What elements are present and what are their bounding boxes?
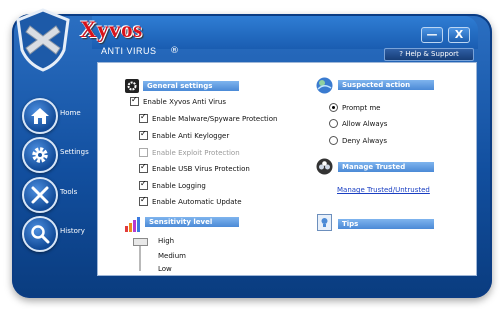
logo-shield-icon (16, 8, 70, 72)
radio-button[interactable] (329, 135, 338, 145)
enable-antivirus-checkbox[interactable]: Enable Xyvos Anti Virus (130, 95, 226, 107)
app-title: Xyvos (80, 17, 143, 42)
radio-button[interactable] (329, 102, 338, 112)
logging-checkbox[interactable]: Enable Logging (139, 179, 206, 191)
sidebar-item-history[interactable]: History (22, 216, 100, 252)
checkbox[interactable] (139, 195, 148, 206)
anti-keylogger-checkbox[interactable]: Enable Anti Keylogger (139, 129, 229, 141)
checkbox[interactable] (139, 129, 148, 140)
sidebar-item-label: Tools (60, 188, 78, 196)
sensitivity-header: Sensitivity level (145, 217, 239, 227)
usb-protection-checkbox[interactable]: Enable USB Virus Protection (139, 162, 250, 174)
radio-deny-always[interactable]: Deny Always (329, 135, 387, 146)
sensitivity-slider-thumb[interactable] (133, 238, 148, 246)
radio-prompt-me[interactable]: Prompt me (329, 102, 380, 113)
registered-mark: ® (170, 46, 179, 56)
sensitivity-level-high: High (158, 237, 175, 245)
sidebar-item-settings[interactable]: Settings (22, 137, 100, 173)
magnifier-icon (31, 225, 50, 244)
sidebar-item-label: History (60, 227, 85, 235)
trusted-people-icon (316, 158, 333, 175)
malware-protection-checkbox[interactable]: Enable Malware/Spyware Protection (139, 112, 277, 124)
sidebar-item-label: Home (60, 109, 81, 117)
sidebar-item-label: Settings (60, 148, 89, 156)
radio-allow-always[interactable]: Allow Always (329, 118, 387, 129)
checkbox[interactable] (139, 179, 148, 190)
settings-gear-icon (125, 79, 139, 93)
sensitivity-level-medium: Medium (158, 252, 186, 260)
suspected-action-icon (316, 77, 333, 94)
general-settings-header: General settings (143, 81, 239, 91)
suspected-action-header: Suspected action (338, 80, 434, 90)
checkbox[interactable] (139, 112, 148, 123)
close-button[interactable]: X (448, 27, 470, 43)
gear-icon (32, 147, 48, 163)
minimize-button[interactable]: — (421, 27, 443, 43)
home-icon (31, 108, 49, 124)
sensitivity-level-low: Low (158, 265, 172, 273)
sidebar-item-tools[interactable]: Tools (22, 177, 100, 213)
tips-icon (317, 214, 332, 231)
manage-trusted-link[interactable]: Manage Trusted/Untrusted (337, 185, 430, 195)
help-support-button[interactable]: ? Help & Support (384, 48, 474, 61)
exploit-protection-checkbox: Enable Exploit Protection (139, 147, 240, 158)
automatic-update-checkbox[interactable]: Enable Automatic Update (139, 195, 242, 207)
sidebar-item-home[interactable]: Home (22, 98, 100, 134)
checkbox[interactable] (130, 95, 139, 106)
checkbox (139, 147, 148, 157)
tips-header: Tips (338, 219, 434, 229)
checkbox[interactable] (139, 162, 148, 173)
manage-trusted-header: Manage Trusted (338, 162, 434, 172)
sensitivity-bars-icon (125, 217, 140, 232)
app-subtitle: ANTI VIRUS (101, 46, 157, 56)
sensitivity-slider-track[interactable] (139, 243, 141, 271)
radio-button[interactable] (329, 118, 338, 128)
tools-icon (31, 186, 49, 204)
